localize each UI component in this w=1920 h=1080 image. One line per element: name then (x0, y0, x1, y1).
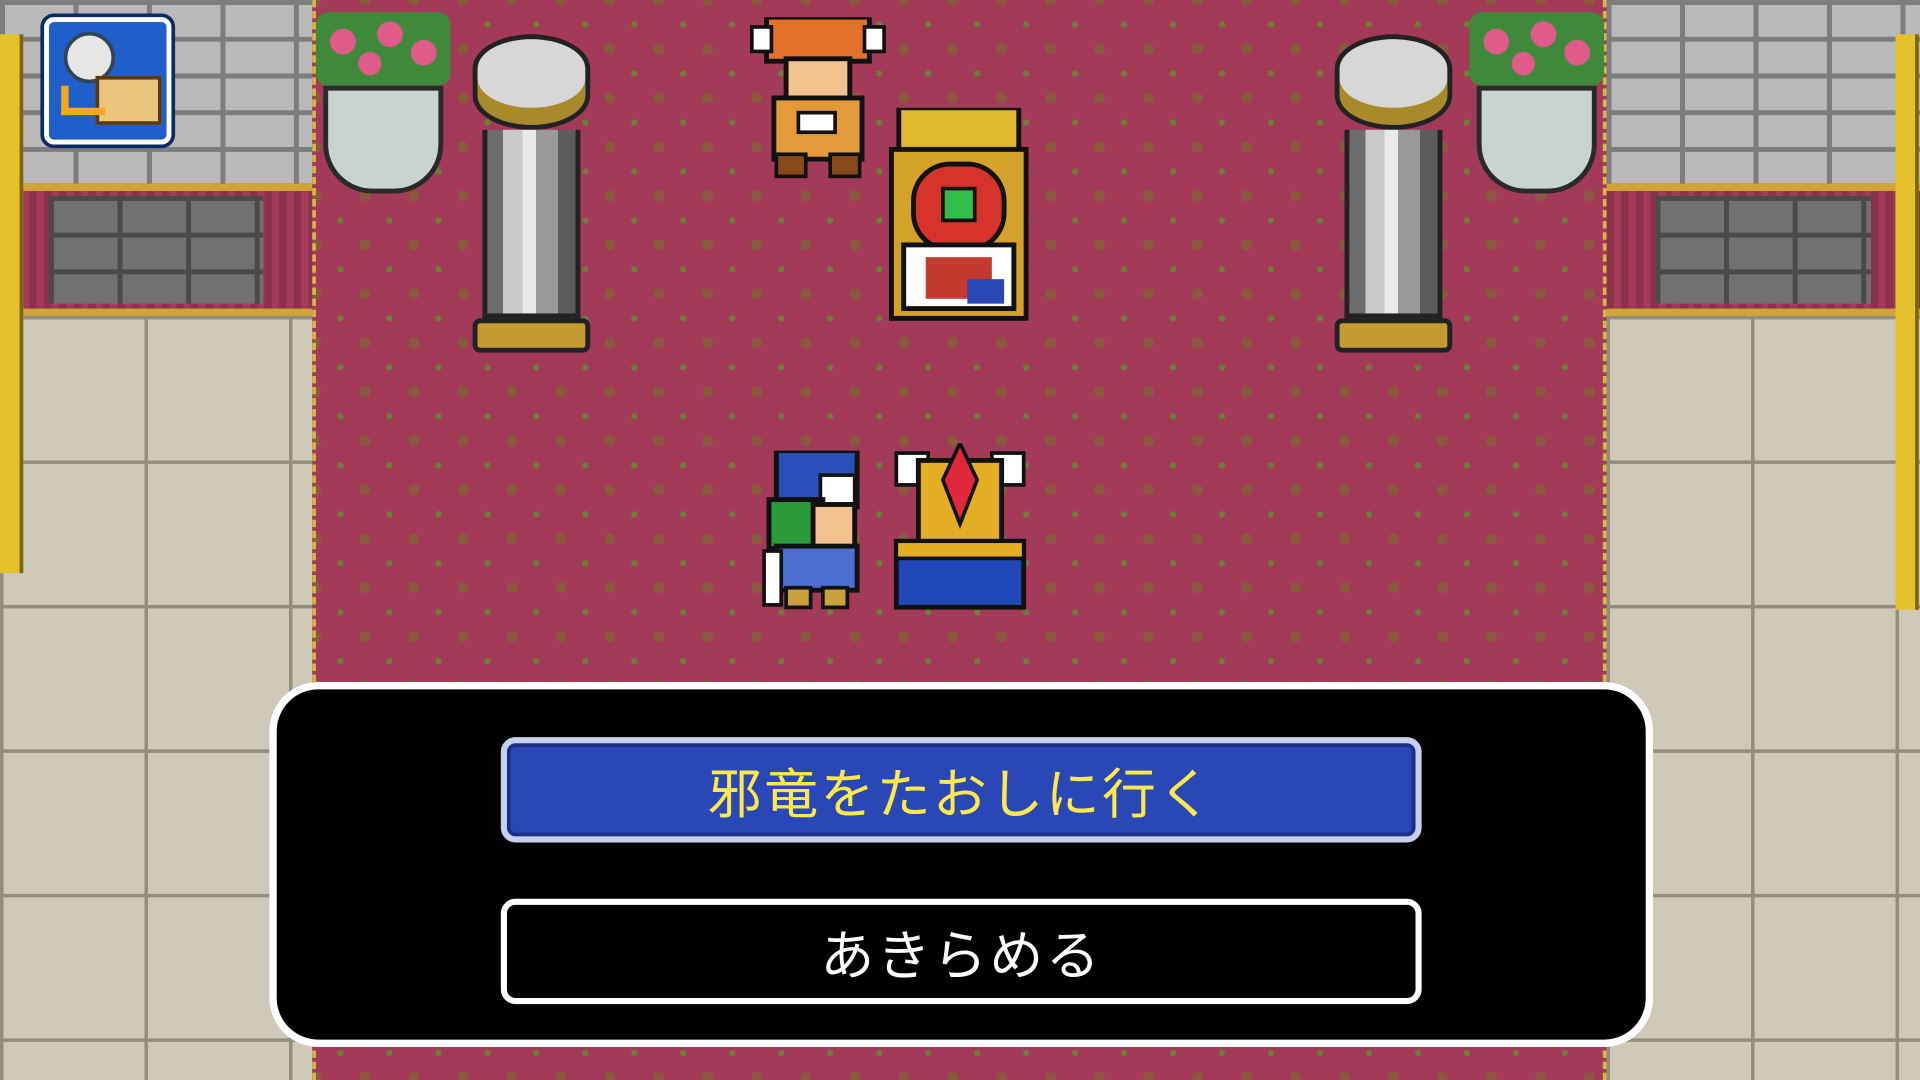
map-book-icon (95, 75, 162, 125)
left-wall-band (0, 183, 313, 316)
left-gold-pole (0, 34, 24, 574)
right-stone-wall (1606, 0, 1920, 184)
choice-label: あきらめる (820, 925, 1103, 989)
guard-sprite (750, 17, 886, 179)
right-floor-tiles (1606, 315, 1920, 1080)
flower-pot-right (1469, 12, 1605, 196)
compass-map-icon[interactable] (44, 17, 172, 145)
right-gold-pole (1895, 34, 1919, 610)
hero-sprite (893, 443, 1027, 610)
pillar-right (1334, 34, 1453, 353)
choice-label: 邪竜をたおしに行く (707, 764, 1215, 827)
right-wall-band (1606, 183, 1920, 316)
choice-dialog: 邪竜をたおしに行く あきらめる (269, 682, 1654, 1047)
king-on-throne-sprite (888, 107, 1029, 321)
left-floor-tiles (0, 315, 313, 1080)
game-scene: 邪竜をたおしに行く あきらめる (0, 0, 1920, 1080)
companion-sprite (762, 450, 860, 610)
arrow-icon (61, 85, 106, 116)
choice-defeat-dragon-button[interactable]: 邪竜をたおしに行く (500, 737, 1422, 843)
choice-give-up-button[interactable]: あきらめる (500, 898, 1422, 1005)
flower-pot-left (315, 12, 451, 196)
pillar-left (472, 34, 591, 353)
